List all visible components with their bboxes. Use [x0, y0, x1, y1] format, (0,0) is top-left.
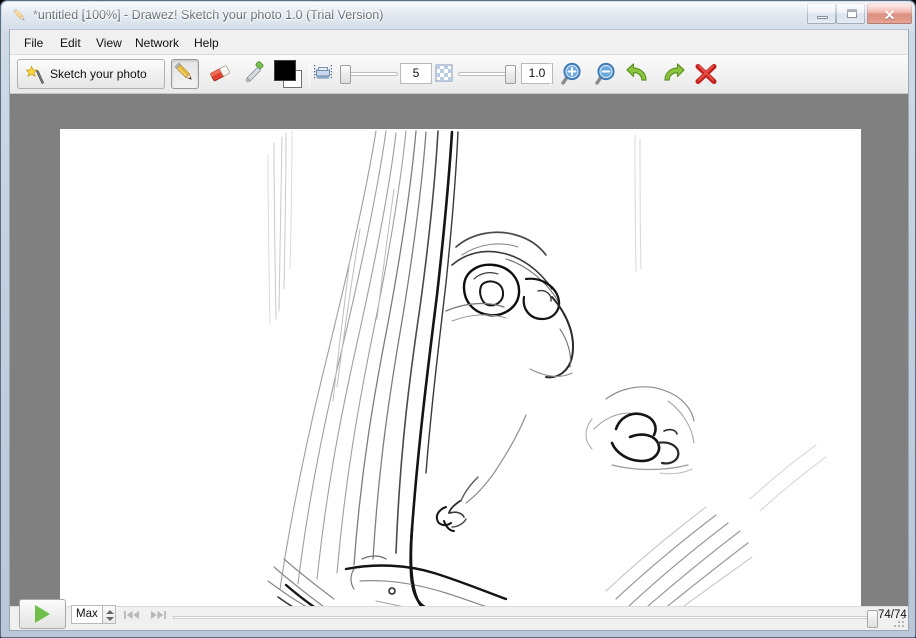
- menu-item-file[interactable]: File: [18, 34, 49, 52]
- window-title: *untitled [100%] - Drawez! Sketch your p…: [33, 6, 383, 24]
- menu-item-edit[interactable]: Edit: [54, 34, 87, 52]
- title-pencil-icon: [11, 7, 28, 24]
- zoom-out-icon: [591, 60, 619, 88]
- redo-icon: [658, 60, 686, 88]
- playback-speed-stepper[interactable]: [102, 605, 116, 624]
- eraser-tool-button[interactable]: [206, 59, 234, 89]
- canvas-area[interactable]: [10, 94, 909, 606]
- redo-button[interactable]: [657, 59, 687, 89]
- stepper-up-icon[interactable]: [106, 610, 114, 614]
- magic-wand-icon: [24, 65, 44, 85]
- menu-item-view[interactable]: View: [90, 34, 128, 52]
- clear-button[interactable]: [691, 59, 721, 89]
- opacity-slider[interactable]: [458, 72, 514, 76]
- last-frame-button[interactable]: [146, 606, 170, 624]
- play-triangle-icon: [35, 605, 50, 623]
- opacity-value[interactable]: 1.0: [521, 63, 553, 84]
- toolbar: Sketch your photo: [10, 55, 909, 94]
- brush-size-value[interactable]: 5: [400, 63, 432, 84]
- playback-progress-handle[interactable]: [867, 610, 878, 628]
- maximize-icon: [847, 9, 857, 18]
- minimize-button[interactable]: [807, 3, 836, 24]
- opacity-icon: [435, 64, 453, 82]
- playback-bar: Max: [10, 606, 909, 630]
- brush-size-slider-handle[interactable]: [340, 65, 351, 84]
- play-button[interactable]: [19, 599, 66, 629]
- undo-button[interactable]: [624, 59, 654, 89]
- red-x-icon: [692, 60, 720, 88]
- foreground-color-swatch[interactable]: [274, 60, 296, 81]
- pencil-icon: [172, 60, 198, 86]
- color-picker-tool-button[interactable]: [241, 59, 269, 89]
- stepper-down-icon[interactable]: [106, 617, 114, 621]
- menu-item-network[interactable]: Network: [129, 34, 185, 52]
- zoom-in-icon: [557, 60, 585, 88]
- skip-forward-icon: [146, 606, 170, 624]
- playback-speed-value[interactable]: Max: [71, 605, 103, 624]
- opacity-slider-handle[interactable]: [505, 65, 516, 84]
- client-area: File Edit View Network Help Sketch your …: [9, 29, 909, 631]
- brush-size-icon: [314, 64, 332, 82]
- resize-grip[interactable]: [893, 616, 905, 628]
- minimize-icon: [817, 16, 828, 19]
- eraser-icon: [207, 60, 233, 86]
- undo-icon: [625, 60, 653, 88]
- zoom-in-button[interactable]: [556, 59, 586, 89]
- skip-back-icon: [120, 606, 144, 624]
- brush-size-slider[interactable]: [340, 72, 398, 76]
- close-button[interactable]: ✕: [867, 3, 912, 24]
- title-bar[interactable]: *untitled [100%] - Drawez! Sketch your p…: [1, 1, 916, 29]
- sketch-your-photo-label: Sketch your photo: [50, 67, 147, 81]
- maximize-button[interactable]: [836, 3, 865, 24]
- menu-item-help[interactable]: Help: [188, 34, 225, 52]
- menu-bar: File Edit View Network Help: [10, 30, 909, 55]
- color-swatch[interactable]: [274, 60, 304, 88]
- first-frame-button[interactable]: [120, 606, 144, 624]
- toolbar-separator-2: [550, 62, 551, 86]
- close-icon: ✕: [868, 7, 911, 24]
- toolbar-separator: [309, 62, 310, 86]
- playback-progress-slider[interactable]: [173, 616, 870, 619]
- sketch-your-photo-button[interactable]: Sketch your photo: [17, 59, 165, 89]
- sketch-artwork: [60, 129, 861, 606]
- zoom-out-button[interactable]: [590, 59, 620, 89]
- eyedropper-icon: [242, 60, 268, 86]
- application-window: *untitled [100%] - Drawez! Sketch your p…: [0, 0, 916, 638]
- drawing-paper[interactable]: [60, 129, 861, 606]
- pencil-tool-button[interactable]: [171, 59, 199, 89]
